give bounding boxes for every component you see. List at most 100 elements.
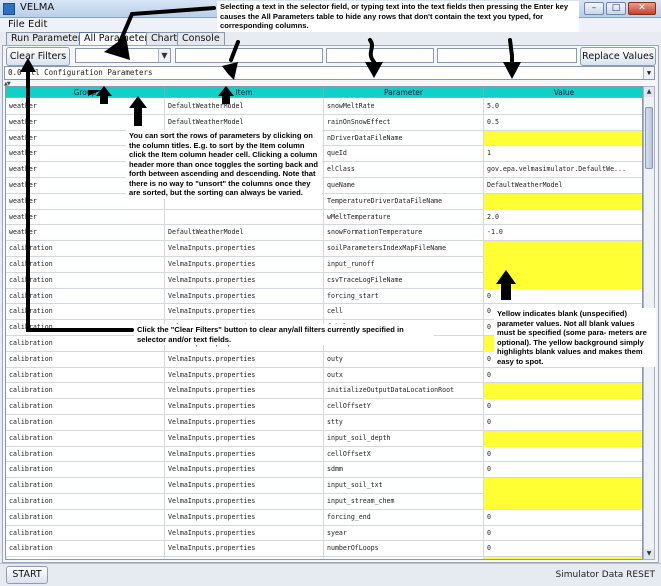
cell-value[interactable]: 0 (484, 415, 642, 431)
value-filter-field[interactable] (437, 48, 577, 63)
status-bar: START Simulator Data RESET (0, 563, 661, 586)
table-row[interactable]: calibration VelmaInputs.properties syear 0 (6, 525, 642, 542)
column-header-parameter[interactable]: Parameter (324, 87, 484, 98)
cell-value[interactable] (484, 557, 642, 559)
start-button[interactable]: START (6, 566, 48, 584)
cell-value[interactable]: 2.0 (484, 210, 642, 226)
table-row[interactable]: weather queName DefaultWeatherModel (6, 178, 642, 194)
scroll-up-icon[interactable]: ▲ (644, 87, 654, 97)
cell-value[interactable] (484, 272, 642, 289)
cell-group: calibration (6, 241, 165, 257)
cell-value[interactable]: 0 (484, 447, 642, 463)
parameter-set-combo[interactable]: 0.0 All Configuration Parameters ▼ (4, 66, 655, 80)
scroll-down-icon[interactable]: ▼ (644, 549, 654, 559)
cell-value[interactable]: 5.0 (484, 99, 642, 115)
cell-value[interactable]: 0.5 (484, 115, 642, 131)
table-row[interactable]: calibration VelmaInputs.properties input_s… (6, 430, 642, 447)
cell-value[interactable]: 0 (484, 289, 642, 305)
menu-file[interactable]: File (8, 19, 25, 30)
cell-item: VelmaInputs.properties (165, 399, 324, 415)
cell-parameter: csvTraceLogFileName (324, 272, 484, 289)
table-row[interactable]: weather wMeltTemperature 2.0 (6, 209, 642, 226)
table-row[interactable]: weather elClass gov.epa.velmasimulator.Def… (6, 162, 642, 178)
table-row[interactable]: calibration VelmaInputs.properties cellOff… (6, 399, 642, 415)
cell-value[interactable] (484, 430, 642, 447)
scroll-thumb[interactable] (645, 107, 653, 169)
cell-item: VelmaInputs.properties (165, 415, 324, 431)
cell-parameter: input_stream_chem (324, 494, 484, 510)
chevron-down-icon[interactable]: ▼ (158, 49, 170, 62)
table-row[interactable]: calibration VelmaInputs.properties cellOff… (6, 446, 642, 463)
chevron-down-icon[interactable]: ▼ (643, 67, 654, 79)
table-row[interactable]: calibration VelmaInputs.properties stty 0 (6, 415, 642, 431)
cell-value[interactable]: 1 (484, 146, 642, 162)
cell-parameter: input_soil_depth (324, 430, 484, 447)
table-row[interactable]: weather DefaultWeatherModel rainOnSnowEffe… (6, 114, 642, 131)
table-row[interactable]: weather nDriverDataFileName (6, 130, 642, 147)
table-row[interactable]: weather DefaultWeatherModel snowMeltRate 5.… (6, 99, 642, 115)
column-header-item[interactable]: Item (165, 87, 324, 98)
cell-value[interactable] (484, 241, 642, 257)
parameter-filter-field[interactable] (326, 48, 434, 63)
cell-item: VelmaInputs.properties (165, 383, 324, 400)
tab-console[interactable]: Console (177, 32, 225, 45)
cell-group: calibration (6, 509, 165, 526)
app-icon (3, 3, 15, 15)
cell-value[interactable]: gov.epa.velmasimulator.DefaultWe... (484, 162, 642, 178)
cell-group: calibration (6, 367, 165, 384)
table-row[interactable]: calibration VelmaInputs.properties input_r… (6, 257, 642, 273)
table-row[interactable]: weather TemperatureDriverDataFileName (6, 193, 642, 210)
cell-value[interactable]: DefaultWeatherModel (484, 178, 642, 194)
table-row[interactable]: weather queId 1 (6, 146, 642, 163)
cell-group: weather (6, 209, 165, 226)
minimize-icon[interactable]: – (584, 2, 604, 15)
table-row[interactable]: calibration VelmaInputs.properties forcing… (6, 288, 642, 305)
menu-edit[interactable]: Edit (28, 19, 47, 30)
cell-value[interactable]: 0 (484, 510, 642, 526)
item-filter-field[interactable] (175, 48, 323, 63)
cell-parameter: wMeltTemperature (324, 209, 484, 226)
sort-annotation: You can sort the rows of parameters by c… (126, 130, 322, 199)
cell-group: calibration (6, 383, 165, 400)
group-selector[interactable]: ▼ (75, 48, 171, 63)
replace-values-button[interactable]: Replace Values (580, 47, 656, 66)
cell-value[interactable]: 0 (484, 399, 642, 415)
cell-value[interactable] (484, 257, 642, 273)
cell-value[interactable]: -1.0 (484, 225, 642, 241)
cell-value[interactable]: 0 (484, 462, 642, 478)
table-row[interactable]: calibration VelmaInputs.properties csvTrac… (6, 272, 642, 289)
cell-group: calibration (6, 288, 165, 305)
table-row[interactable]: calibration VelmaInputs.properties soilPar… (6, 241, 642, 257)
clear-filters-button[interactable]: Clear Filters (6, 47, 70, 66)
column-header-group[interactable]: Group (6, 87, 165, 98)
table-row[interactable]: calibration VelmaInputs.properties outx 0 (6, 367, 642, 384)
cell-parameter: outx (324, 367, 484, 384)
cell-value[interactable]: 0 (484, 526, 642, 542)
cell-item: DefaultWeatherModel (165, 114, 324, 131)
table-row[interactable]: calibrationVelmaInputs.propertiesflowDir… (6, 557, 642, 559)
table-row[interactable]: calibration VelmaInputs.properties numberO… (6, 541, 642, 558)
cell-value[interactable] (484, 193, 642, 210)
table-row[interactable]: calibration VelmaInputs.properties input_s… (6, 494, 642, 510)
cell-item: VelmaInputs.properties (165, 430, 324, 447)
cell-parameter: input_soil_txt (324, 478, 484, 494)
cell-value[interactable] (484, 494, 642, 510)
cell-group: calibration (6, 272, 165, 289)
cell-value[interactable] (484, 383, 642, 400)
close-icon[interactable]: ✕ (628, 2, 656, 15)
table-row[interactable]: calibration VelmaInputs.properties input_s… (6, 478, 642, 494)
cell-group: weather (6, 99, 165, 115)
cell-item (165, 209, 324, 226)
table-row[interactable]: weather DefaultWeatherModel snowFormationT… (6, 225, 642, 242)
cell-value[interactable] (484, 130, 642, 147)
cell-value[interactable]: 0 (484, 368, 642, 384)
maximize-icon[interactable]: □ (606, 2, 626, 15)
cell-item: VelmaInputs.properties (165, 494, 324, 510)
cell-value[interactable]: 0 (484, 541, 642, 557)
table-row[interactable]: calibration VelmaInputs.properties sdmm 0 (6, 462, 642, 479)
table-row[interactable]: calibration VelmaInputs.properties forcing… (6, 509, 642, 526)
table-row[interactable]: calibration VelmaInputs.properties initial… (6, 383, 642, 400)
cell-group: calibration (6, 304, 165, 321)
cell-value[interactable] (484, 478, 642, 494)
column-header-value[interactable]: Value (484, 87, 642, 98)
